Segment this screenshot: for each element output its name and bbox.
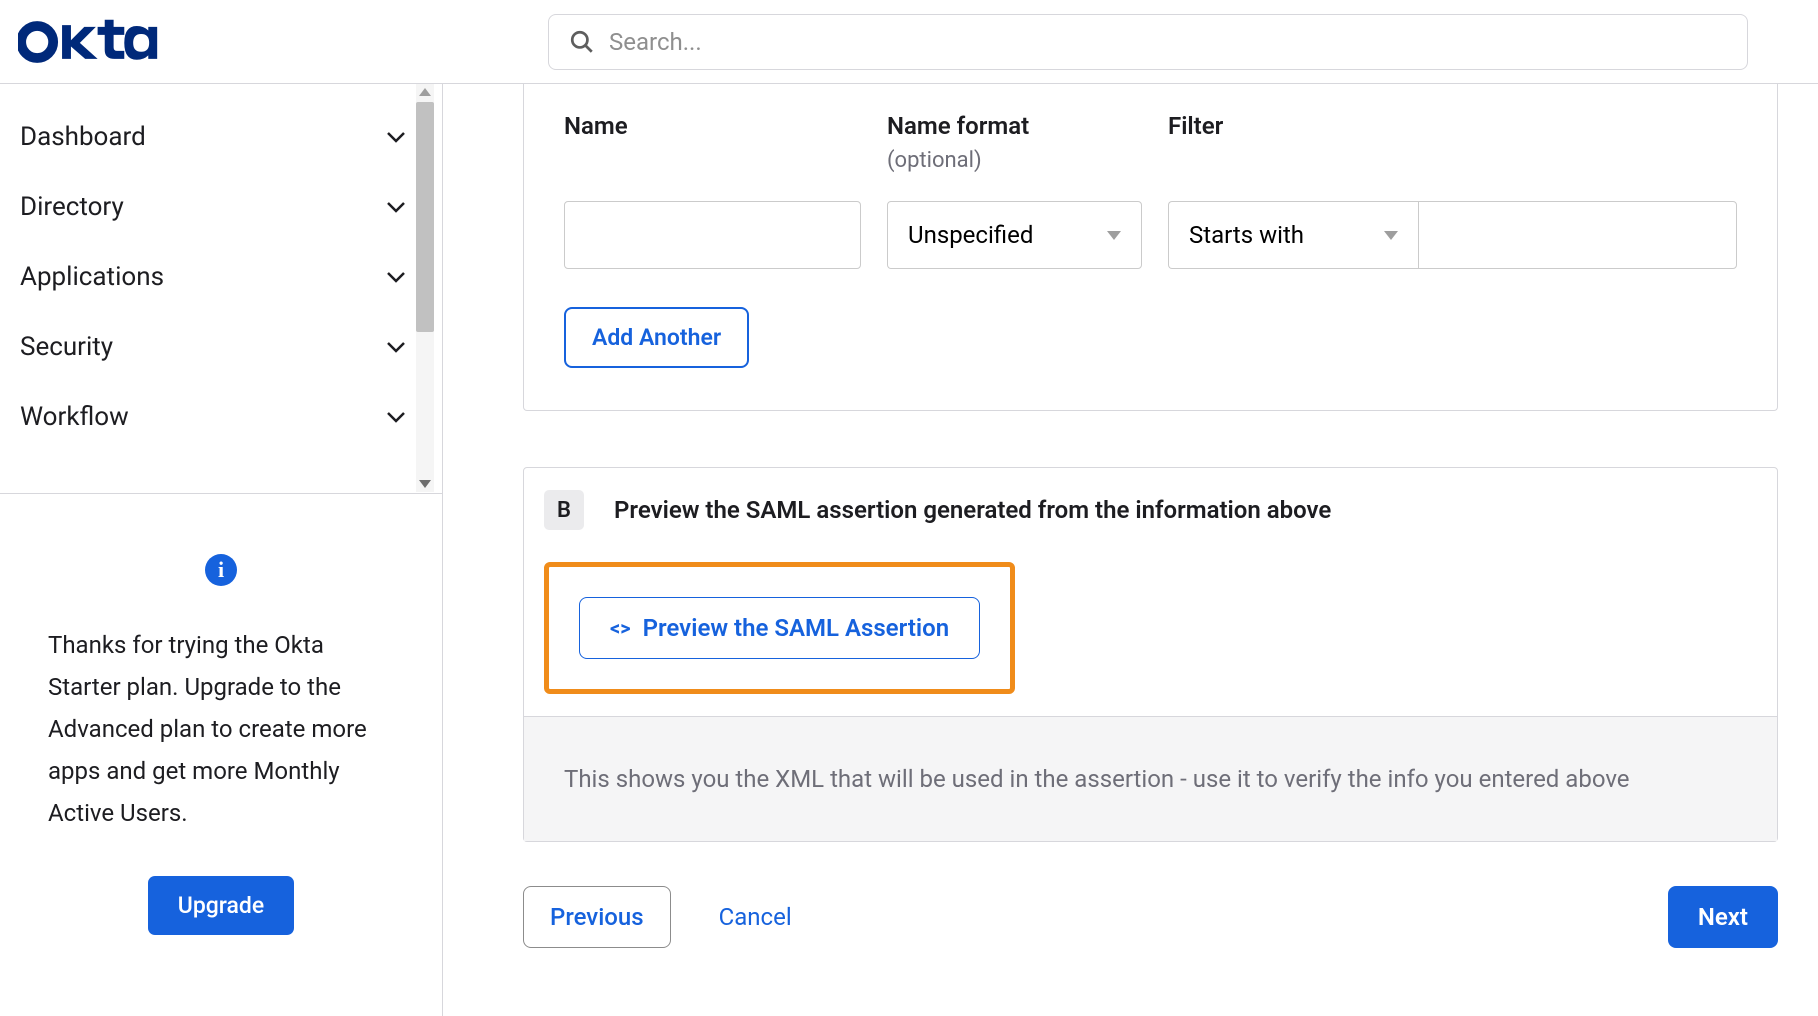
filter-column-header: Filter [1168, 112, 1737, 140]
chevron-down-icon [386, 271, 406, 283]
wizard-left-buttons: Previous Cancel [523, 886, 792, 948]
sidebar-item-label: Applications [20, 262, 164, 292]
name-format-select[interactable]: Unspecified [887, 201, 1142, 269]
info-icon: i [205, 554, 237, 586]
chevron-down-icon [386, 411, 406, 423]
chevron-down-icon [386, 131, 406, 143]
sidebar-item-label: Directory [20, 192, 124, 222]
okta-logo-svg [18, 18, 163, 66]
sidebar: Dashboard Directory Applications Securit… [0, 84, 443, 1016]
preview-saml-button[interactable]: < > Preview the SAML Assertion [579, 597, 980, 659]
caret-down-icon [1107, 231, 1121, 240]
code-icon: < > [610, 616, 629, 640]
chevron-down-icon [386, 201, 406, 213]
content-area: Dashboard Directory Applications Securit… [0, 84, 1818, 1016]
name-format-optional-label: (optional) [887, 148, 1142, 173]
add-another-button[interactable]: Add Another [564, 307, 749, 368]
upgrade-text: Thanks for trying the Okta Starter plan.… [48, 624, 394, 834]
preview-highlight-box: < > Preview the SAML Assertion [544, 562, 1015, 694]
previous-button[interactable]: Previous [523, 886, 671, 948]
upgrade-button[interactable]: Upgrade [148, 876, 294, 935]
search-icon [569, 29, 595, 55]
scrollbar-down-icon [419, 480, 431, 488]
top-header [0, 0, 1818, 84]
main-content: Name Name format (optional) Filter Unspe… [443, 84, 1818, 1016]
filter-type-select[interactable]: Starts with [1168, 201, 1418, 269]
sidebar-item-applications[interactable]: Applications [0, 242, 442, 312]
sidebar-item-workflow[interactable]: Workflow [0, 382, 442, 452]
scrollbar[interactable] [416, 84, 434, 492]
section-b-title: Preview the SAML assertion generated fro… [614, 496, 1331, 524]
scrollbar-up-icon [419, 88, 431, 96]
sidebar-item-dashboard[interactable]: Dashboard [0, 102, 442, 172]
preview-description: This shows you the XML that will be used… [564, 765, 1737, 793]
name-format-value: Unspecified [908, 221, 1033, 249]
name-input[interactable] [564, 201, 861, 269]
chevron-down-icon [386, 341, 406, 353]
name-format-column-header: Name format [887, 112, 1142, 140]
sidebar-item-label: Workflow [20, 402, 129, 432]
upgrade-panel: i Thanks for trying the Okta Starter pla… [0, 494, 442, 975]
section-b: B Preview the SAML assertion generated f… [523, 467, 1778, 842]
cancel-link[interactable]: Cancel [719, 903, 792, 931]
section-b-badge: B [544, 490, 584, 530]
sidebar-item-directory[interactable]: Directory [0, 172, 442, 242]
preview-description-box: This shows you the XML that will be used… [524, 716, 1777, 841]
next-button[interactable]: Next [1668, 886, 1778, 948]
search-input[interactable] [609, 28, 1727, 56]
caret-down-icon [1384, 231, 1398, 240]
sidebar-nav: Dashboard Directory Applications Securit… [0, 84, 442, 494]
filter-value-input[interactable] [1418, 201, 1737, 269]
okta-logo [18, 18, 163, 66]
sidebar-item-label: Security [20, 332, 113, 362]
preview-button-label: Preview the SAML Assertion [643, 614, 950, 642]
sidebar-item-security[interactable]: Security [0, 312, 442, 382]
filter-type-value: Starts with [1189, 221, 1304, 249]
section-b-header: B Preview the SAML assertion generated f… [524, 468, 1777, 552]
sidebar-item-label: Dashboard [20, 122, 146, 152]
scrollbar-thumb[interactable] [416, 102, 434, 332]
form-input-row: Unspecified Starts with [564, 201, 1737, 269]
attribute-form-section: Name Name format (optional) Filter Unspe… [523, 84, 1778, 411]
search-container [548, 14, 1748, 70]
search-box[interactable] [548, 14, 1748, 70]
name-column-header: Name [564, 112, 861, 140]
wizard-buttons: Previous Cancel Next [523, 886, 1778, 978]
form-header-row: Name Name format (optional) Filter [564, 112, 1737, 173]
